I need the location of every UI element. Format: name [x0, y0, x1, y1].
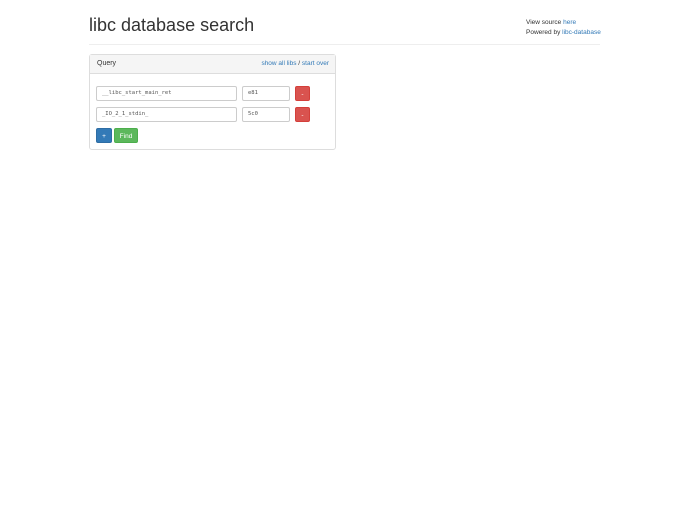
show-all-libs-link[interactable]: show all libs — [261, 60, 296, 67]
symbol-input[interactable]: _IO_2_1_stdin_ — [96, 107, 237, 122]
add-row-button[interactable]: + — [96, 128, 112, 143]
divider — [89, 44, 600, 45]
start-over-link[interactable]: start over — [302, 60, 329, 67]
remove-row-button[interactable]: - — [295, 86, 310, 101]
libc-database-link[interactable]: libc-database — [562, 29, 601, 36]
remove-row-button[interactable]: - — [295, 107, 310, 122]
header-info: View source here Powered by libc-databas… — [526, 18, 601, 37]
panel-title: Query — [97, 60, 117, 67]
address-input[interactable]: e81 — [242, 86, 290, 101]
page-title: libc database search — [89, 15, 255, 35]
powered-by-label: Powered by — [526, 28, 563, 36]
panel-header: Query show all libs / start over — [90, 55, 335, 74]
here-link[interactable]: here — [563, 19, 576, 26]
address-input[interactable]: 5c0 — [242, 107, 290, 122]
query-panel: Query show all libs / start over __libc_… — [89, 54, 336, 150]
symbol-input[interactable]: __libc_start_main_ret — [96, 86, 237, 101]
find-button[interactable]: Find — [114, 128, 138, 143]
view-source-label: View source — [526, 19, 564, 26]
